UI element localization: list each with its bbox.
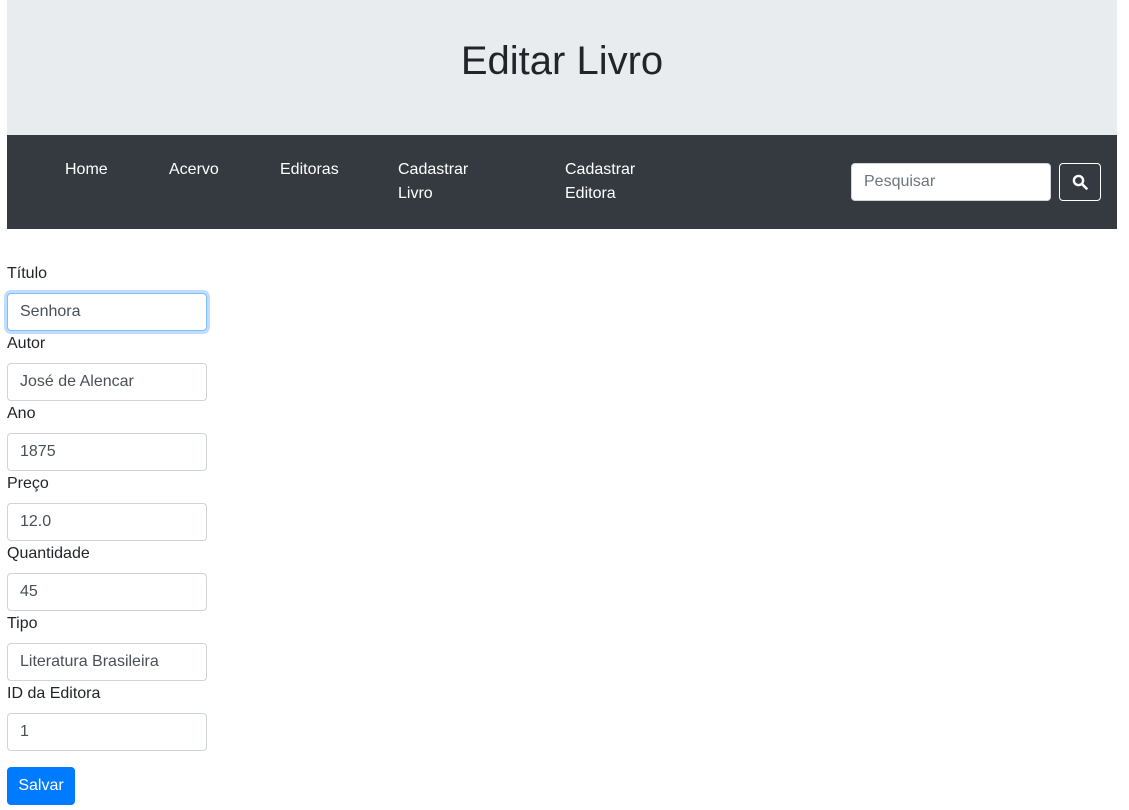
titulo-field[interactable] <box>7 293 207 331</box>
titulo-label: Título <box>7 265 48 282</box>
nav-item-editoras[interactable]: Editoras <box>280 158 339 182</box>
save-button[interactable]: Salvar <box>7 767 75 805</box>
nav-item-cadastrar-editora[interactable]: Cadastrar Editora <box>565 158 655 206</box>
form-group-preco: Preço <box>7 472 207 542</box>
autor-label: Autor <box>7 335 46 352</box>
page-title: Editar Livro <box>460 39 664 83</box>
search-input[interactable] <box>851 163 1051 201</box>
ano-label: Ano <box>7 405 36 422</box>
form-group-titulo: Título <box>7 262 207 332</box>
form-group-id-editora: ID da Editora <box>7 682 207 752</box>
search-button[interactable] <box>1059 163 1101 201</box>
ano-field[interactable] <box>7 433 207 471</box>
nav-item-cadastrar-livro[interactable]: Cadastrar Livro <box>398 158 488 206</box>
form-group-tipo: Tipo <box>7 612 207 682</box>
form-group-ano: Ano <box>7 402 207 472</box>
tipo-field[interactable] <box>7 643 207 681</box>
id-editora-label: ID da Editora <box>7 685 101 702</box>
preco-field[interactable] <box>7 503 207 541</box>
edit-book-form: Título Autor Ano Preço Quantidade Tipo I… <box>7 262 207 752</box>
tipo-label: Tipo <box>7 615 38 632</box>
quantidade-label: Quantidade <box>7 545 90 562</box>
preco-label: Preço <box>7 475 49 492</box>
id-editora-field[interactable] <box>7 713 207 751</box>
nav-item-acervo[interactable]: Acervo <box>169 158 219 182</box>
search-icon <box>1072 174 1088 190</box>
navbar: Home Acervo Editoras Cadastrar Livro Cad… <box>7 135 1117 229</box>
page-header: Editar Livro <box>7 0 1117 135</box>
nav-item-home[interactable]: Home <box>65 158 108 182</box>
quantidade-field[interactable] <box>7 573 207 611</box>
form-group-quantidade: Quantidade <box>7 542 207 612</box>
form-group-autor: Autor <box>7 332 207 402</box>
autor-field[interactable] <box>7 363 207 401</box>
